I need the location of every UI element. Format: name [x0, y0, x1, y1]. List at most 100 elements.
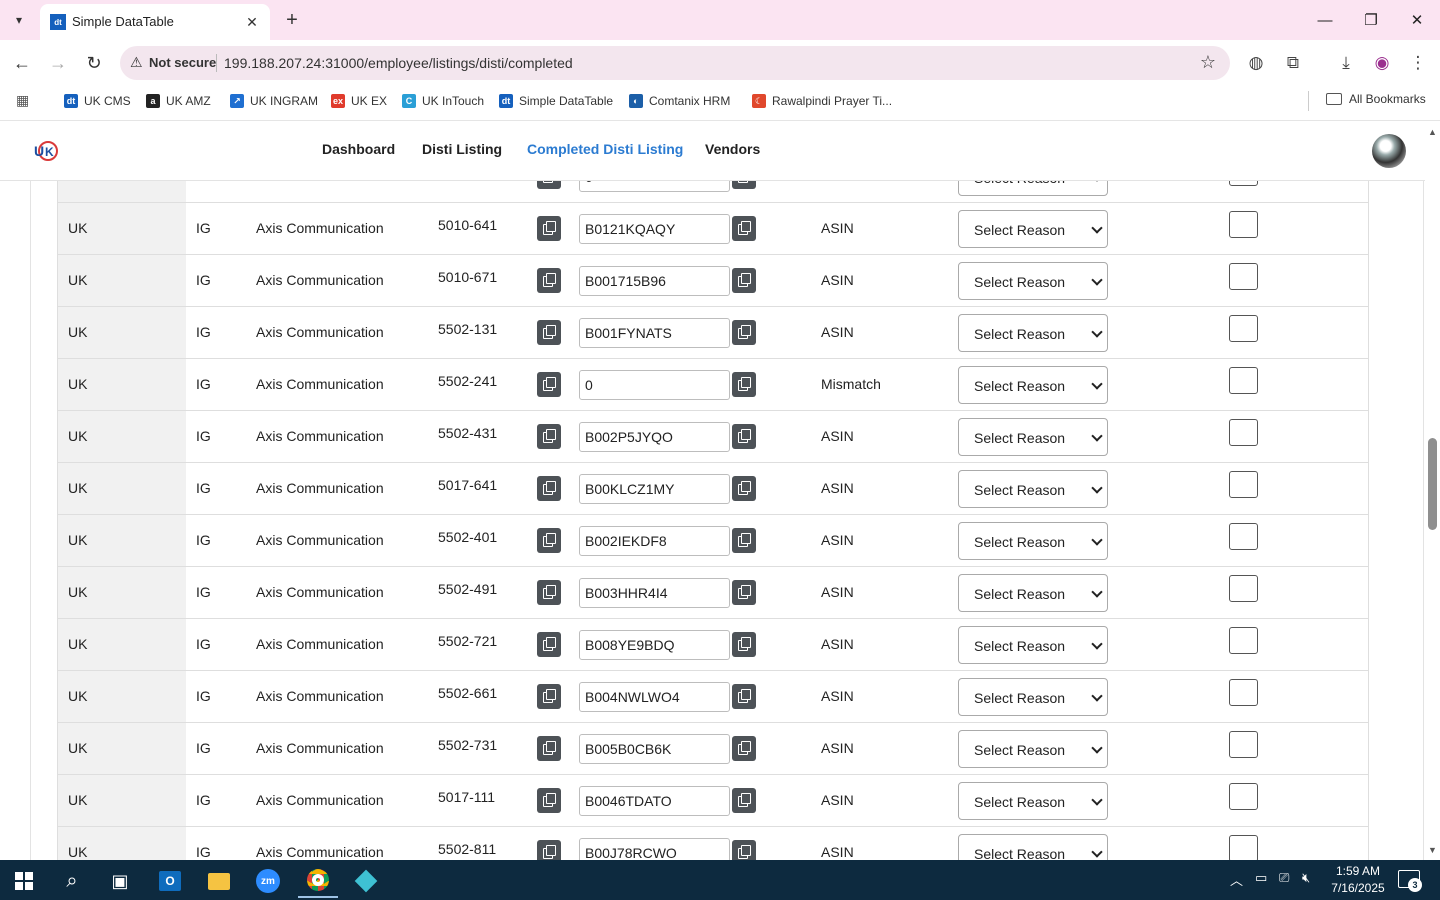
close-window-button[interactable]: ✕ [1402, 6, 1432, 34]
file-explorer-icon[interactable] [199, 864, 239, 898]
tab-search-chevron-icon[interactable]: ▾ [6, 8, 32, 32]
copy-asin-button[interactable] [732, 840, 756, 860]
asin-input[interactable] [579, 474, 730, 504]
copy-sku-button[interactable] [537, 684, 561, 709]
minimize-button[interactable]: — [1310, 6, 1340, 34]
reason-select[interactable]: Select Reason [958, 210, 1108, 248]
vertical-scrollbar[interactable]: ▲ ▼ [1425, 121, 1440, 860]
copy-asin-button[interactable] [732, 372, 756, 397]
bookmark-item[interactable]: C UK InTouch [402, 92, 484, 110]
bookmark-item[interactable]: ↗ UK INGRAM [230, 92, 318, 110]
copy-sku-button[interactable] [537, 840, 561, 860]
copy-sku-button[interactable] [537, 528, 561, 553]
reason-select[interactable]: Select Reason [958, 418, 1108, 456]
zoom-icon[interactable]: zm [248, 864, 288, 898]
asin-input[interactable] [579, 266, 730, 296]
copy-asin-button[interactable] [732, 788, 756, 813]
copy-asin-button[interactable] [732, 736, 756, 761]
security-label[interactable]: Not secure [149, 55, 216, 70]
copy-sku-button[interactable] [537, 476, 561, 501]
bookmark-star-icon[interactable]: ☆ [1200, 52, 1216, 73]
extensions-icon[interactable]: ⧉ [1280, 50, 1306, 76]
reason-select[interactable]: Select Reason [958, 470, 1108, 508]
row-checkbox[interactable] [1229, 471, 1258, 498]
bookmark-item[interactable]: ☾ Rawalpindi Prayer Ti... [752, 92, 892, 110]
tab-close-icon[interactable]: ✕ [242, 12, 262, 32]
all-bookmarks-button[interactable]: All Bookmarks [1326, 92, 1426, 106]
copy-sku-button[interactable] [537, 268, 561, 293]
restore-button[interactable]: ❐ [1356, 6, 1386, 34]
bookmark-item[interactable]: ◐ Comtanix HRM [629, 92, 730, 110]
nav-dashboard[interactable]: Dashboard [322, 141, 395, 157]
reason-select[interactable]: Select Reason [958, 262, 1108, 300]
reason-select[interactable]: Select Reason [958, 626, 1108, 664]
reason-select[interactable]: Select Reason [958, 782, 1108, 820]
outlook-icon[interactable]: O [150, 864, 190, 898]
copy-asin-button[interactable] [732, 684, 756, 709]
copy-sku-button[interactable] [537, 424, 561, 449]
row-checkbox[interactable] [1229, 315, 1258, 342]
start-button[interactable] [4, 864, 44, 898]
asin-input[interactable] [579, 838, 730, 860]
copy-sku-button[interactable] [537, 788, 561, 813]
reason-select[interactable]: Select Reason [958, 730, 1108, 768]
copy-asin-button[interactable] [732, 268, 756, 293]
asin-input[interactable] [579, 682, 730, 712]
browser-tab[interactable]: dt Simple DataTable ✕ [40, 4, 270, 40]
reason-select[interactable]: Select Reason [958, 678, 1108, 716]
scroll-up-icon[interactable]: ▲ [1428, 127, 1437, 137]
menu-kebab-icon[interactable]: ⋮ [1405, 50, 1431, 76]
copy-sku-button[interactable] [537, 372, 561, 397]
copy-asin-button[interactable] [732, 632, 756, 657]
row-checkbox[interactable] [1229, 835, 1258, 860]
back-button[interactable]: ← [9, 50, 35, 76]
reason-select[interactable]: Select Reason [958, 314, 1108, 352]
row-checkbox[interactable] [1229, 731, 1258, 758]
download-icon[interactable]: ⤓ [1333, 50, 1359, 76]
row-checkbox[interactable] [1229, 211, 1258, 238]
tray-chevron-icon[interactable]: ︿ [1230, 870, 1243, 889]
row-checkbox[interactable] [1229, 523, 1258, 550]
profile-icon[interactable]: ◉ [1369, 50, 1395, 76]
asin-input[interactable] [579, 526, 730, 556]
reason-select[interactable]: Select Reason [958, 574, 1108, 612]
bookmark-item[interactable]: a UK AMZ [146, 92, 211, 110]
bookmark-item[interactable]: dt UK CMS [64, 92, 131, 110]
reason-select[interactable]: Select Reason [958, 834, 1108, 860]
reload-button[interactable]: ↻ [81, 50, 107, 76]
search-icon[interactable]: ⌕ [52, 864, 92, 898]
row-checkbox[interactable] [1229, 367, 1258, 394]
reason-select[interactable]: Select Reason [958, 366, 1108, 404]
row-checkbox[interactable] [1229, 627, 1258, 654]
asin-input[interactable] [579, 318, 730, 348]
copy-sku-button[interactable] [537, 580, 561, 605]
asin-input[interactable] [579, 578, 730, 608]
url-text[interactable]: 199.188.207.24:31000/employee/listings/d… [224, 55, 573, 71]
asin-input[interactable] [579, 786, 730, 816]
copy-asin-button[interactable] [732, 528, 756, 553]
row-checkbox[interactable] [1229, 575, 1258, 602]
scrollbar-thumb[interactable] [1428, 438, 1437, 530]
bookmark-item[interactable]: dt Simple DataTable [499, 92, 613, 110]
asin-input[interactable] [579, 214, 730, 244]
uk-logo-icon[interactable]: U K [32, 139, 60, 163]
app-diamond-icon[interactable] [346, 864, 386, 898]
nav-vendors[interactable]: Vendors [705, 141, 760, 157]
reason-select[interactable]: Select Reason [958, 522, 1108, 560]
copy-asin-button[interactable] [732, 476, 756, 501]
asin-input[interactable] [579, 422, 730, 452]
forward-button[interactable]: → [45, 50, 71, 76]
apps-grid-icon[interactable]: ▦ [16, 92, 29, 109]
copy-sku-button[interactable] [537, 632, 561, 657]
nav-completed-disti-listing[interactable]: Completed Disti Listing [527, 141, 683, 157]
copy-asin-button[interactable] [732, 216, 756, 241]
asin-input[interactable] [579, 734, 730, 764]
nav-disti-listing[interactable]: Disti Listing [422, 141, 502, 157]
meet-now-icon[interactable]: ▭ [1255, 870, 1267, 886]
copy-asin-button[interactable] [732, 580, 756, 605]
bookmark-item[interactable]: ex UK EX [331, 92, 387, 110]
asin-input[interactable] [579, 630, 730, 660]
chrome-icon[interactable] [298, 864, 338, 898]
row-checkbox[interactable] [1229, 419, 1258, 446]
new-tab-button[interactable]: + [280, 8, 304, 32]
